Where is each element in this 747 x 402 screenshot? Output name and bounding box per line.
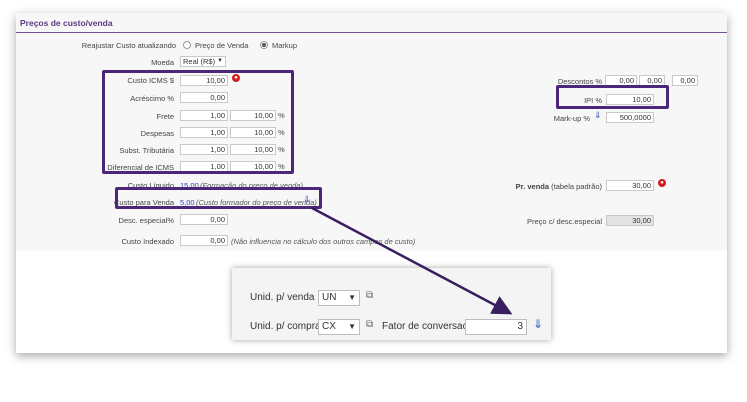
callout-arrow xyxy=(311,206,513,315)
